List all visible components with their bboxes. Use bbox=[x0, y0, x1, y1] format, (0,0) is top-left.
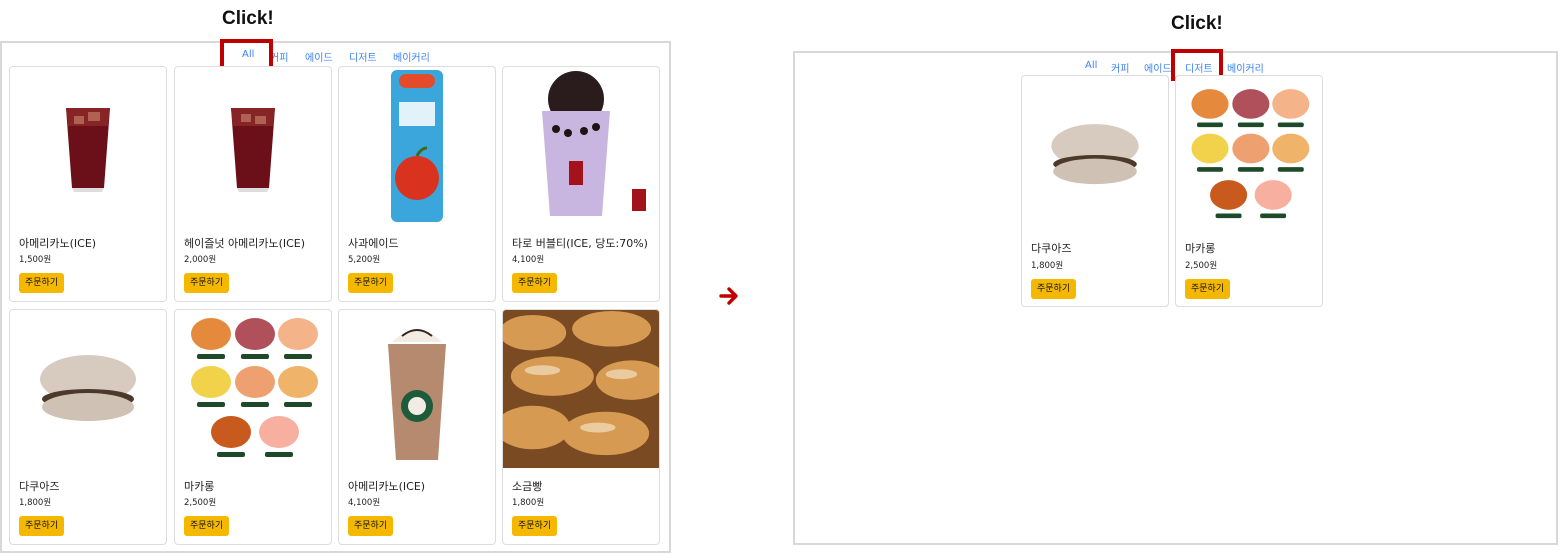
product-price: 2,500원 bbox=[184, 498, 217, 508]
product-price: 1,800원 bbox=[19, 498, 52, 508]
tab-ade[interactable]: 에이드 bbox=[1144, 60, 1172, 75]
product-title: 다쿠아즈 bbox=[19, 480, 60, 493]
product-title: 헤이즐넛 아메리카노(ICE) bbox=[184, 237, 306, 250]
dacquoise-icon bbox=[10, 310, 166, 468]
order-button[interactable]: 주문하기 bbox=[1031, 279, 1077, 299]
arrow-right-icon bbox=[719, 287, 738, 305]
tab-dessert[interactable]: 디저트 bbox=[349, 49, 377, 64]
iced-hazelnut-americano-icon bbox=[175, 67, 331, 225]
tab-coffee[interactable]: 커피 bbox=[1111, 60, 1129, 75]
product-card: 아메리카노(ICE) 1,500원 주문하기 bbox=[9, 66, 167, 302]
taro-bubble-tea-icon bbox=[503, 67, 659, 225]
product-title: 아메리카노(ICE) bbox=[348, 480, 426, 493]
frappuccino-icon bbox=[339, 310, 495, 468]
product-price: 2,500원 bbox=[1185, 261, 1218, 271]
order-button[interactable]: 주문하기 bbox=[19, 516, 65, 536]
product-title: 아메리카노(ICE) bbox=[19, 237, 97, 250]
tab-ade[interactable]: 에이드 bbox=[305, 49, 333, 64]
order-button[interactable]: 주문하기 bbox=[512, 516, 558, 536]
product-card: 소금빵 1,800원 주문하기 bbox=[502, 309, 660, 545]
order-button[interactable]: 주문하기 bbox=[1185, 279, 1231, 299]
order-button[interactable]: 주문하기 bbox=[348, 516, 394, 536]
product-card: 마카롱 2,500원 주문하기 bbox=[1175, 75, 1323, 307]
product-price: 1,500원 bbox=[19, 255, 52, 265]
tab-all[interactable]: All bbox=[1085, 60, 1097, 71]
macaron-assortment-icon bbox=[1176, 76, 1322, 234]
product-title: 타로 버블티(ICE, 당도:70%) bbox=[512, 237, 648, 250]
product-price: 5,200원 bbox=[348, 255, 381, 265]
iced-americano-icon bbox=[10, 67, 166, 225]
salt-bread-icon bbox=[503, 310, 659, 468]
order-button[interactable]: 주문하기 bbox=[184, 516, 230, 536]
product-title: 다쿠아즈 bbox=[1031, 242, 1072, 255]
product-price: 1,800원 bbox=[1031, 261, 1064, 271]
product-title: 마카롱 bbox=[184, 480, 215, 493]
dacquoise-icon bbox=[1022, 76, 1168, 234]
click-annotation-right: Click! bbox=[1171, 13, 1223, 34]
product-title: 마카롱 bbox=[1185, 242, 1216, 255]
product-card: 마카롱 2,500원 주문하기 bbox=[174, 309, 332, 545]
tab-bakery[interactable]: 베이커리 bbox=[393, 49, 430, 64]
product-card: 다쿠아즈 1,800원 주문하기 bbox=[9, 309, 167, 545]
order-button[interactable]: 주문하기 bbox=[184, 273, 230, 293]
tab-bakery[interactable]: 베이커리 bbox=[1227, 60, 1264, 75]
product-card: 타로 버블티(ICE, 당도:70%) 4,100원 주문하기 bbox=[502, 66, 660, 302]
product-card: 다쿠아즈 1,800원 주문하기 bbox=[1021, 75, 1169, 307]
order-button[interactable]: 주문하기 bbox=[512, 273, 558, 293]
click-annotation-left: Click! bbox=[222, 8, 274, 29]
apple-ade-can-icon bbox=[339, 67, 495, 225]
product-price: 4,100원 bbox=[512, 255, 545, 265]
macaron-assortment-icon bbox=[175, 310, 331, 468]
product-card: 아메리카노(ICE) 4,100원 주문하기 bbox=[338, 309, 496, 545]
product-card: 헤이즐넛 아메리카노(ICE) 2,000원 주문하기 bbox=[174, 66, 332, 302]
product-price: 2,000원 bbox=[184, 255, 217, 265]
product-price: 4,100원 bbox=[348, 498, 381, 508]
order-button[interactable]: 주문하기 bbox=[348, 273, 394, 293]
order-button[interactable]: 주문하기 bbox=[19, 273, 65, 293]
product-title: 사과에이드 bbox=[348, 237, 399, 250]
product-title: 소금빵 bbox=[512, 480, 543, 493]
product-card: 사과에이드 5,200원 주문하기 bbox=[338, 66, 496, 302]
product-price: 1,800원 bbox=[512, 498, 545, 508]
